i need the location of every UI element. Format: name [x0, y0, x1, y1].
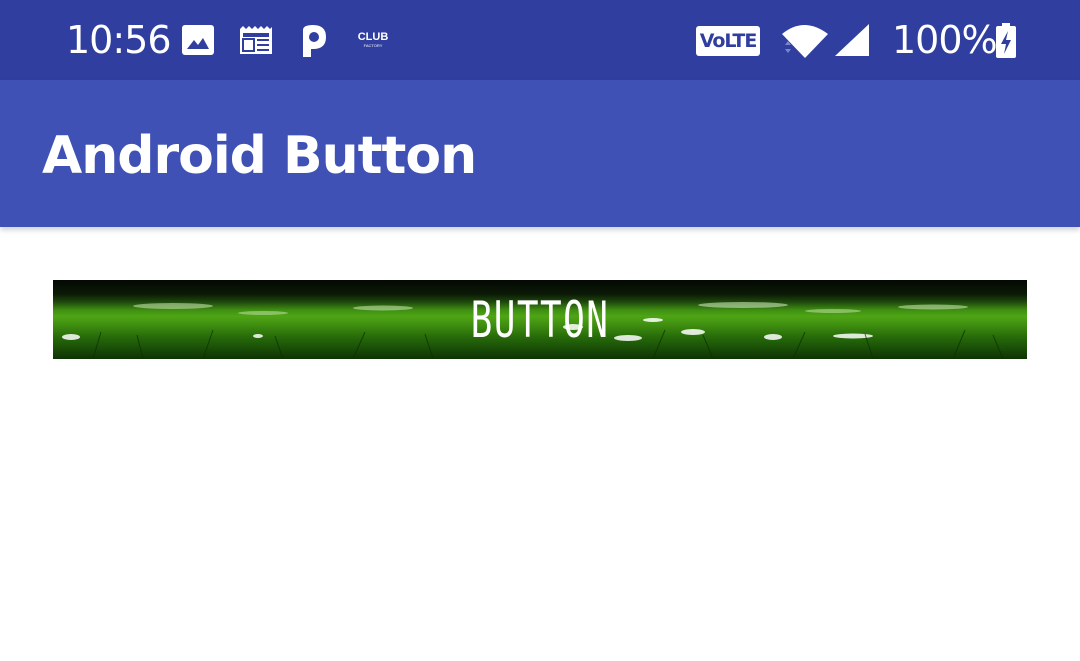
wifi-icon — [780, 22, 830, 65]
news-icon — [239, 25, 273, 60]
grass-image-button[interactable]: BUTTON — [53, 280, 1027, 359]
club-factory-subtext: FACTORY — [363, 43, 383, 48]
button-label: BUTTON — [470, 291, 610, 349]
app-bar: Android Button — [0, 80, 1080, 227]
p-app-icon — [300, 24, 328, 63]
gallery-icon — [182, 25, 214, 60]
clock: 10:56 — [66, 18, 172, 62]
signal-icon — [834, 23, 870, 62]
club-factory-icon: CLUB FACTORY — [355, 31, 391, 49]
status-bar: 10:56 CLUB FACTORY VoLTE 100% — [0, 0, 1080, 80]
battery-charging-icon — [995, 23, 1017, 64]
page-title: Android Button — [42, 126, 477, 186]
volte-badge: VoLTE — [696, 26, 760, 56]
club-factory-text: CLUB — [357, 31, 389, 43]
battery-percent: 100% — [892, 18, 998, 62]
